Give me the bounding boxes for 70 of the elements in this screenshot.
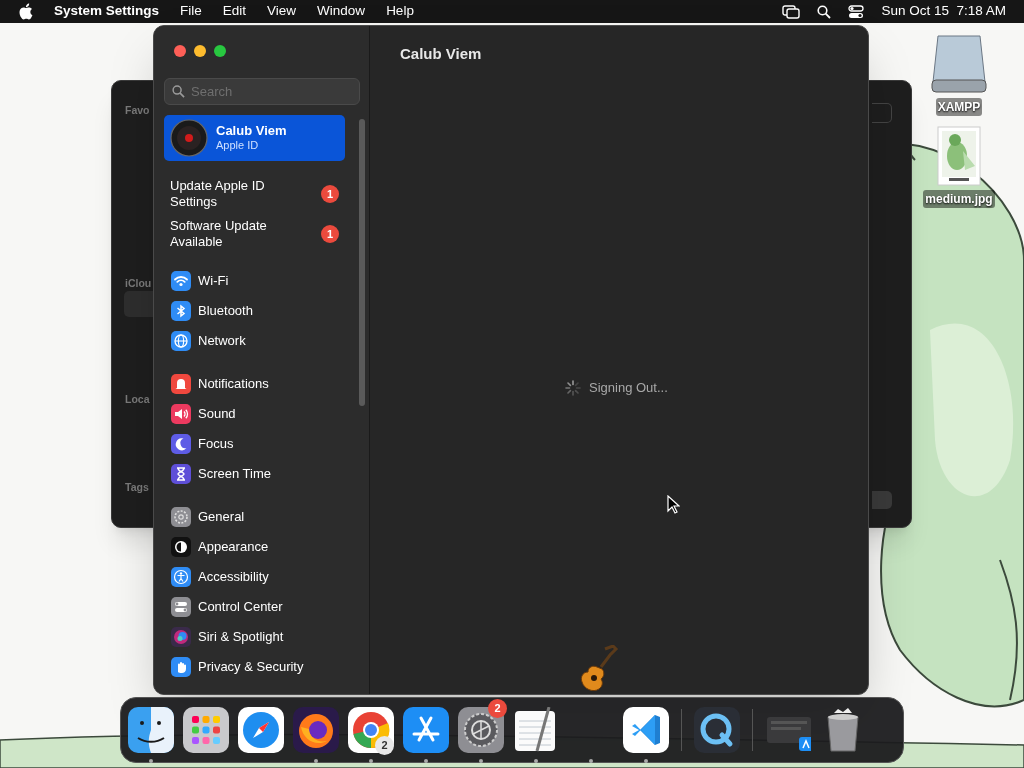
- account-name: Calub Viem: [216, 123, 287, 138]
- zoom-button[interactable]: [214, 45, 226, 57]
- sidebar-item[interactable]: Accessibility: [164, 562, 345, 592]
- toggle-switches-icon: [171, 597, 191, 617]
- sidebar-item[interactable]: Siri & Spotlight: [164, 622, 345, 652]
- notification-badge: 2: [488, 699, 507, 718]
- section-label: Loca: [125, 392, 150, 407]
- sidebar-item[interactable]: Control Center: [164, 592, 345, 622]
- orb-icon: [171, 627, 191, 647]
- account-item[interactable]: Calub Viem Apple ID: [164, 115, 345, 161]
- notice-item[interactable]: Software Update Available: [170, 218, 300, 250]
- file-label[interactable]: medium.jpg: [923, 190, 995, 208]
- apple-logo-icon[interactable]: [18, 3, 33, 20]
- sidebar-item[interactable]: Sound: [164, 399, 345, 429]
- pane-title: Calub Viem: [400, 44, 483, 64]
- compass-icon[interactable]: [238, 707, 284, 753]
- hand-icon: [171, 657, 191, 677]
- menu-item[interactable]: Window: [317, 1, 366, 22]
- search-icon[interactable]: [817, 4, 832, 19]
- menu-item[interactable]: File: [180, 1, 202, 22]
- notification-badge: 1: [321, 185, 339, 203]
- spinner-icon: [565, 379, 581, 396]
- sidebar-item[interactable]: Appearance: [164, 532, 345, 562]
- app-menu[interactable]: System Settings: [54, 1, 160, 22]
- status-text: Signing Out...: [589, 379, 668, 397]
- hourglass-icon: [171, 464, 191, 484]
- sidebar-item[interactable]: Notifications: [164, 369, 345, 399]
- chrome-icon[interactable]: [348, 707, 394, 753]
- sidebar-item[interactable]: Screen Time: [164, 459, 345, 489]
- sidebar-item[interactable]: Wi-Fi: [164, 266, 345, 296]
- avatar-icon: [170, 119, 208, 157]
- notification-badge: 1: [321, 225, 339, 243]
- section-label: Tags: [125, 480, 149, 495]
- gear-icon: [171, 507, 191, 527]
- notice-item[interactable]: Update Apple ID Settings: [170, 178, 300, 210]
- section-label: iClou: [125, 276, 152, 291]
- menu-item[interactable]: View: [267, 1, 297, 22]
- finder-face-icon[interactable]: [128, 707, 174, 753]
- sidebar-item[interactable]: General: [164, 502, 345, 532]
- cursor-icon: [667, 495, 680, 514]
- sidebar-item[interactable]: Bluetooth: [164, 296, 345, 326]
- globe-icon: [171, 331, 191, 351]
- drive-icon[interactable]: [930, 34, 988, 94]
- account-subtitle: Apple ID: [216, 138, 260, 153]
- accessibility-icon: [171, 567, 191, 587]
- scrollbar[interactable]: [359, 119, 365, 406]
- close-button[interactable]: [174, 45, 186, 57]
- moon-icon: [171, 434, 191, 454]
- search-field[interactable]: [872, 103, 892, 123]
- quicktime-icon[interactable]: [694, 707, 740, 753]
- code-editor-icon[interactable]: [623, 707, 669, 753]
- fox-globe-icon[interactable]: [293, 707, 339, 753]
- section-label: Favo: [125, 103, 150, 118]
- speaker-icon: [171, 404, 191, 424]
- app-grid-icon[interactable]: [183, 707, 229, 753]
- menu-item[interactable]: Edit: [222, 1, 247, 22]
- file-label[interactable]: XAMPP: [935, 98, 983, 116]
- menu-item[interactable]: Help: [386, 1, 414, 22]
- sidebar-item[interactable]: Focus: [164, 429, 345, 459]
- bluetooth-icon: [171, 301, 191, 321]
- sidebar-item[interactable]: Privacy & Security: [164, 652, 345, 682]
- bell-icon: [171, 374, 191, 394]
- windows-icon[interactable]: [782, 4, 801, 19]
- app-store-icon[interactable]: [403, 707, 449, 753]
- clock[interactable]: Sun Oct 15 7:18 AM: [881, 1, 1006, 22]
- search-icon: [172, 85, 185, 98]
- minimize-button[interactable]: [194, 45, 206, 57]
- sidebar-item[interactable]: Network: [164, 326, 345, 356]
- wifi-icon: [171, 271, 191, 291]
- toggle-switches-icon[interactable]: [848, 4, 865, 19]
